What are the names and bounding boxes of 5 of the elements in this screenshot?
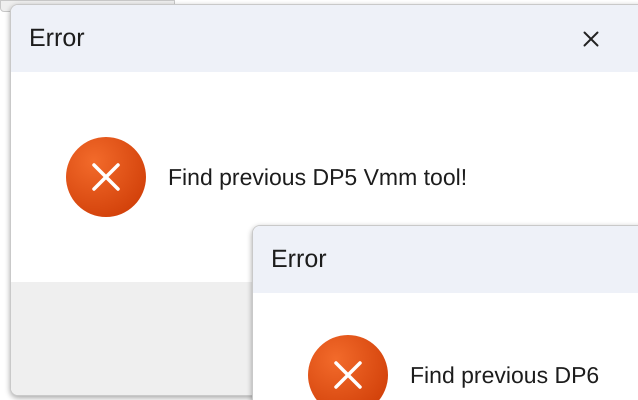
error-icon (66, 137, 146, 217)
error-message: Find previous DP5 Vmm tool! (168, 162, 468, 192)
dialog-title: Error (29, 22, 85, 54)
error-message: Find previous DP6 (410, 360, 600, 390)
dialog-title: Error (271, 244, 327, 275)
